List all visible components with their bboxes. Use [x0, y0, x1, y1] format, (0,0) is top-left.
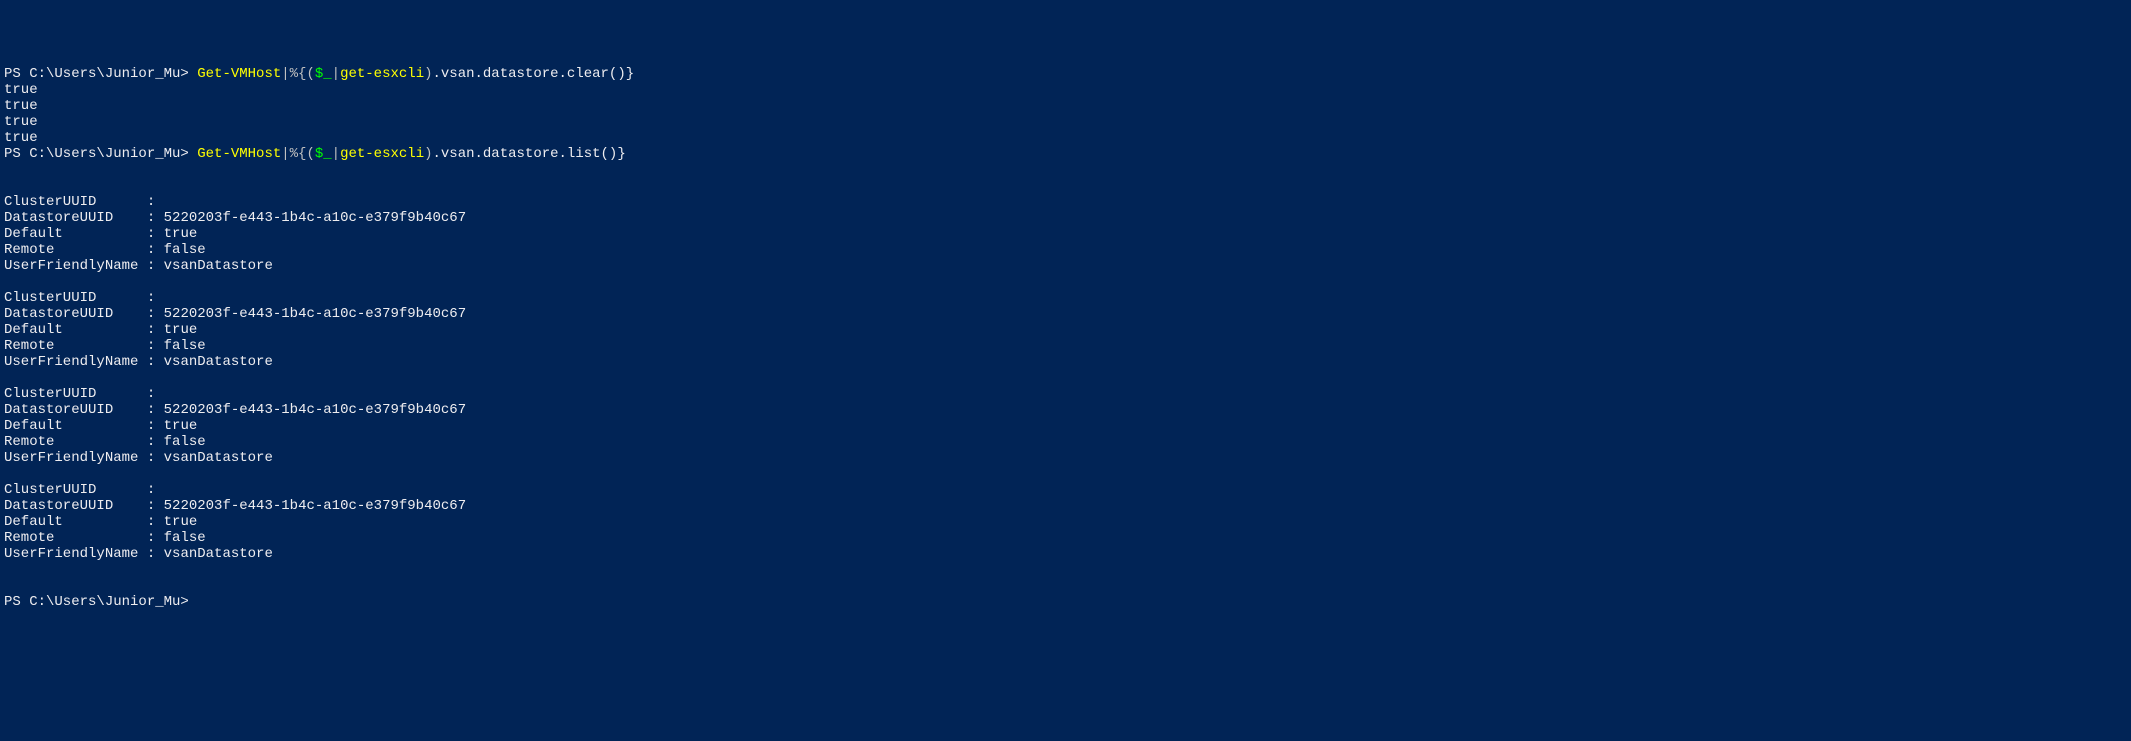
- property-value: 5220203f-e443-1b4c-a10c-e379f9b40c67: [164, 210, 466, 226]
- blank-line: [4, 162, 2127, 178]
- property-row: ClusterUUID :: [4, 386, 2127, 402]
- property-value: false: [164, 242, 206, 258]
- pipe-mid: |: [332, 66, 340, 82]
- cmdlet-get-vmhost: Get-VMHost: [197, 146, 281, 162]
- output-line: true: [4, 130, 2127, 146]
- datastore-block: ClusterUUID : DatastoreUUID : 5220203f-e…: [4, 194, 2127, 274]
- property-label: ClusterUUID :: [4, 482, 155, 498]
- property-label: Remote :: [4, 530, 155, 546]
- property-value: 5220203f-e443-1b4c-a10c-e379f9b40c67: [164, 402, 466, 418]
- datastore-block: ClusterUUID : DatastoreUUID : 5220203f-e…: [4, 386, 2127, 466]
- method-call-clear: .vsan.datastore.clear()}: [433, 66, 635, 82]
- property-row: UserFriendlyName : vsanDatastore: [4, 546, 2127, 562]
- property-row: Default : true: [4, 514, 2127, 530]
- blank-line: [4, 562, 2127, 578]
- property-value: vsanDatastore: [164, 546, 273, 562]
- property-label: DatastoreUUID :: [4, 210, 155, 226]
- property-row: ClusterUUID :: [4, 290, 2127, 306]
- blank-line: [4, 370, 2127, 386]
- blank-line: [4, 178, 2127, 194]
- property-row: ClusterUUID :: [4, 194, 2127, 210]
- property-label: Default :: [4, 418, 155, 434]
- terminal-content[interactable]: PS C:\Users\Junior_Mu> Get-VMHost|%{($_|…: [4, 66, 2127, 610]
- blank-line: [4, 578, 2127, 594]
- cmdlet-get-esxcli: get-esxcli: [340, 66, 424, 82]
- property-value: false: [164, 530, 206, 546]
- datastore-block: ClusterUUID : DatastoreUUID : 5220203f-e…: [4, 290, 2127, 370]
- property-row: UserFriendlyName : vsanDatastore: [4, 258, 2127, 274]
- property-value: false: [164, 338, 206, 354]
- property-value: vsanDatastore: [164, 258, 273, 274]
- property-row: ClusterUUID :: [4, 482, 2127, 498]
- property-label: UserFriendlyName :: [4, 450, 155, 466]
- cmdlet-get-vmhost: Get-VMHost: [197, 66, 281, 82]
- property-row: DatastoreUUID : 5220203f-e443-1b4c-a10c-…: [4, 306, 2127, 322]
- property-value: true: [164, 514, 198, 530]
- datastore-block: ClusterUUID : DatastoreUUID : 5220203f-e…: [4, 482, 2127, 562]
- property-row: Remote : false: [4, 434, 2127, 450]
- property-value: 5220203f-e443-1b4c-a10c-e379f9b40c67: [164, 498, 466, 514]
- property-row: Default : true: [4, 226, 2127, 242]
- property-row: Remote : false: [4, 338, 2127, 354]
- pipe-mid: |: [332, 146, 340, 162]
- property-row: Remote : false: [4, 242, 2127, 258]
- cmdlet-get-esxcli: get-esxcli: [340, 146, 424, 162]
- prompt-prefix: PS C:\Users\Junior_Mu>: [4, 66, 197, 82]
- dollar-underscore: $_: [315, 66, 332, 82]
- property-label: ClusterUUID :: [4, 194, 155, 210]
- command-line-1: PS C:\Users\Junior_Mu> Get-VMHost|%{($_|…: [4, 66, 2127, 82]
- property-label: UserFriendlyName :: [4, 354, 155, 370]
- output-line: true: [4, 98, 2127, 114]
- blank-line: [4, 466, 2127, 482]
- prompt-prefix: PS C:\Users\Junior_Mu>: [4, 594, 197, 610]
- dollar-underscore: $_: [315, 146, 332, 162]
- property-label: Remote :: [4, 434, 155, 450]
- property-label: Default :: [4, 514, 155, 530]
- pipe-open: |%{(: [281, 146, 315, 162]
- property-row: UserFriendlyName : vsanDatastore: [4, 354, 2127, 370]
- property-value: vsanDatastore: [164, 354, 273, 370]
- pipe-open: |%{(: [281, 66, 315, 82]
- property-label: Remote :: [4, 338, 155, 354]
- property-label: ClusterUUID :: [4, 386, 155, 402]
- method-call-list: .vsan.datastore.list()}: [433, 146, 626, 162]
- property-value: 5220203f-e443-1b4c-a10c-e379f9b40c67: [164, 306, 466, 322]
- command-line-2: PS C:\Users\Junior_Mu> Get-VMHost|%{($_|…: [4, 146, 2127, 162]
- property-row: Default : true: [4, 322, 2127, 338]
- property-value: true: [164, 226, 198, 242]
- property-row: DatastoreUUID : 5220203f-e443-1b4c-a10c-…: [4, 498, 2127, 514]
- property-label: Default :: [4, 322, 155, 338]
- command-line-3[interactable]: PS C:\Users\Junior_Mu>: [4, 594, 2127, 610]
- property-label: ClusterUUID :: [4, 290, 155, 306]
- blank-line: [4, 274, 2127, 290]
- property-label: Default :: [4, 226, 155, 242]
- property-row: DatastoreUUID : 5220203f-e443-1b4c-a10c-…: [4, 210, 2127, 226]
- property-label: UserFriendlyName :: [4, 546, 155, 562]
- property-row: UserFriendlyName : vsanDatastore: [4, 450, 2127, 466]
- property-value: vsanDatastore: [164, 450, 273, 466]
- property-row: Default : true: [4, 418, 2127, 434]
- property-label: DatastoreUUID :: [4, 498, 155, 514]
- close-paren: ): [424, 146, 432, 162]
- property-row: DatastoreUUID : 5220203f-e443-1b4c-a10c-…: [4, 402, 2127, 418]
- property-label: Remote :: [4, 242, 155, 258]
- property-label: DatastoreUUID :: [4, 306, 155, 322]
- output-line: true: [4, 114, 2127, 130]
- property-row: Remote : false: [4, 530, 2127, 546]
- property-label: DatastoreUUID :: [4, 402, 155, 418]
- property-value: false: [164, 434, 206, 450]
- property-value: true: [164, 322, 198, 338]
- property-label: UserFriendlyName :: [4, 258, 155, 274]
- property-value: true: [164, 418, 198, 434]
- prompt-prefix: PS C:\Users\Junior_Mu>: [4, 146, 197, 162]
- output-line: true: [4, 82, 2127, 98]
- close-paren: ): [424, 66, 432, 82]
